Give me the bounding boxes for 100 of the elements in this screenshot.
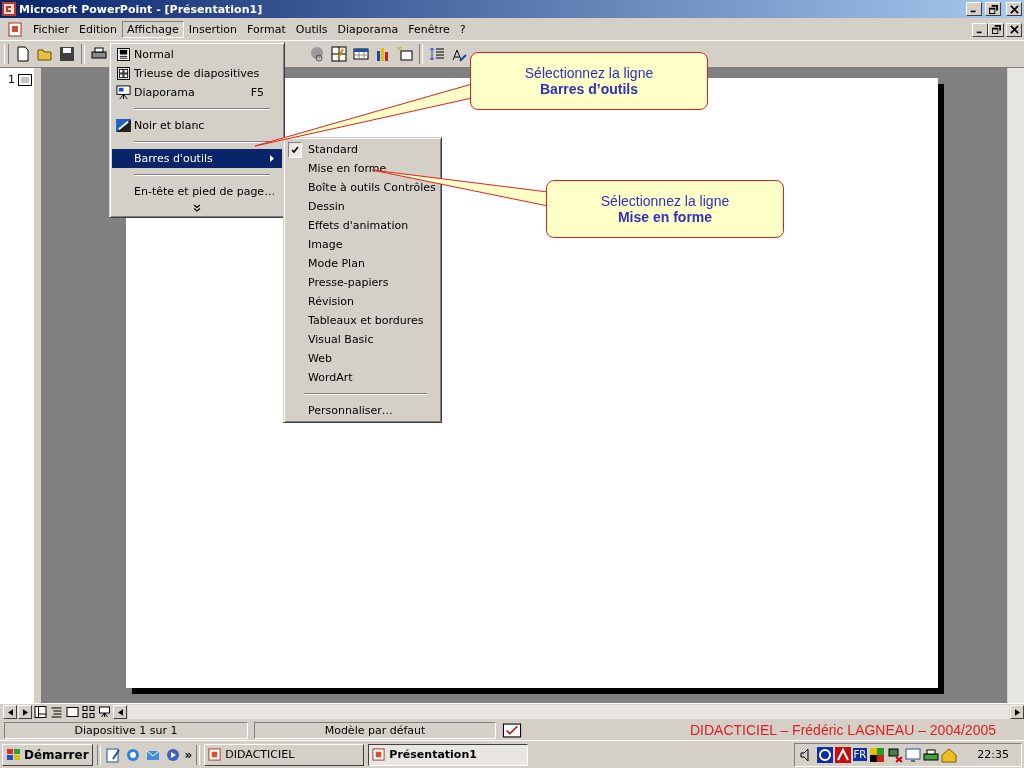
- menu-item[interactable]: Format: [242, 21, 291, 38]
- normal-view-icon: [116, 48, 130, 61]
- restore-icon: [991, 25, 1001, 34]
- menu-item[interactable]: Mise en forme: [286, 159, 439, 178]
- minimize-button[interactable]: [972, 22, 988, 37]
- slide-show-icon[interactable]: [98, 706, 111, 718]
- new-document-icon[interactable]: [15, 46, 31, 62]
- template-status: Modèle par défaut: [254, 721, 496, 739]
- menu-item[interactable]: Fichier: [28, 21, 74, 38]
- expand-chevron-icon[interactable]: [193, 204, 201, 212]
- submenu-arrow-icon: [270, 155, 274, 162]
- notepad-icon[interactable]: [104, 746, 121, 763]
- restore-button[interactable]: [985, 2, 1001, 16]
- windows-flag-icon: [6, 747, 22, 762]
- menu-item[interactable]: Mode Plan: [286, 254, 439, 273]
- menu-item[interactable]: Affichage: [122, 21, 184, 38]
- slide-view-icon[interactable]: [66, 706, 79, 718]
- menu-item[interactable]: Révision: [286, 292, 439, 311]
- close-button[interactable]: [1006, 22, 1022, 37]
- callout-text: Sélectionnez la ligne: [524, 65, 654, 81]
- printer-icon[interactable]: [91, 46, 107, 62]
- printer-icon[interactable]: [923, 746, 940, 763]
- menu-item[interactable]: Visual Basic: [286, 330, 439, 349]
- clock: 22:35: [977, 748, 1009, 761]
- more-button[interactable]: »: [184, 747, 193, 762]
- left-arrow-icon: [7, 708, 13, 716]
- browser-icon[interactable]: [124, 746, 141, 763]
- menu-item[interactable]: Web: [286, 349, 439, 368]
- slide-show-icon: [115, 85, 131, 100]
- menu-item[interactable]: Standard: [286, 140, 439, 159]
- menu-item[interactable]: Presse-papiers: [286, 273, 439, 292]
- media-icon[interactable]: [164, 746, 181, 763]
- menu-item[interactable]: Image: [286, 235, 439, 254]
- menu-item[interactable]: Outils: [290, 21, 333, 38]
- left-arrow-icon: [117, 708, 123, 716]
- window-title: Microsoft PowerPoint - [Présentation1]: [19, 2, 263, 16]
- start-button[interactable]: Démarrer: [2, 743, 93, 766]
- restore-icon: [988, 4, 998, 14]
- taskbar-button[interactable]: Présentation1: [368, 743, 529, 766]
- menu-item[interactable]: WordArt: [286, 368, 439, 387]
- menu-item[interactable]: Tableaux et bordures: [286, 311, 439, 330]
- menu-item[interactable]: Dessin: [286, 197, 439, 216]
- menu-item[interactable]: Trieuse de diapositives: [112, 64, 282, 83]
- right-arrow-icon: [22, 708, 28, 716]
- table-pencil-icon[interactable]: [331, 46, 347, 62]
- checkmark-icon: [291, 145, 299, 154]
- menu-item[interactable]: Noir et blanc: [112, 116, 282, 135]
- menu-item[interactable]: En-tête et pied de page…: [112, 182, 282, 201]
- slide-sorter-icon[interactable]: [82, 706, 95, 718]
- outline-view-icon[interactable]: [50, 706, 63, 718]
- color-squares-icon[interactable]: [869, 746, 886, 763]
- menu-item[interactable]: Insertion: [183, 21, 242, 38]
- close-icon: [1009, 25, 1019, 34]
- menu-item[interactable]: Normal: [112, 45, 282, 64]
- slide-number: 1: [8, 73, 15, 86]
- menu-item[interactable]: Diaporama: [332, 21, 404, 38]
- network-error-icon[interactable]: [887, 746, 904, 763]
- slide-thumbnail-icon[interactable]: [18, 74, 32, 86]
- restore-button[interactable]: [988, 22, 1004, 37]
- globe-link-icon[interactable]: [309, 46, 325, 62]
- slide-sorter-icon: [116, 67, 130, 80]
- callout-title: Barres d’outils: [540, 81, 638, 97]
- menu-item[interactable]: Edition: [73, 21, 122, 38]
- scroll-left-button[interactable]: [113, 705, 127, 719]
- document-icon[interactable]: [8, 21, 24, 38]
- vertical-scrollbar[interactable]: [1007, 68, 1024, 703]
- horizontal-scrollbar[interactable]: [128, 705, 1009, 719]
- spell-check-icon: [502, 722, 522, 738]
- menu-item[interactable]: Diaporama F5: [112, 83, 282, 102]
- table-icon[interactable]: [353, 46, 369, 62]
- taskbar-button[interactable]: DIDACTICIEL: [204, 743, 365, 766]
- callout-title: Mise en forme: [617, 209, 713, 225]
- app-icon: [208, 748, 222, 761]
- credit-text: DIDACTICIEL – Frédéric LAGNEAU – 2004/2005: [689, 722, 996, 738]
- app-icon: [372, 748, 386, 761]
- minimize-button[interactable]: [966, 2, 982, 16]
- menu-item[interactable]: Personnaliser…: [286, 401, 439, 420]
- app-icon: [2, 2, 16, 16]
- normal-view-icon[interactable]: [34, 706, 47, 718]
- language-indicator[interactable]: FR: [852, 748, 868, 761]
- scroll-left-button[interactable]: [3, 705, 17, 719]
- close-icon: [1009, 4, 1019, 14]
- bar-chart-icon[interactable]: [375, 46, 391, 62]
- monitor-icon[interactable]: [905, 746, 922, 763]
- scroll-right-button[interactable]: [1010, 705, 1024, 719]
- close-button[interactable]: [1006, 2, 1022, 16]
- menu-item[interactable]: Barres d'outils: [112, 149, 282, 168]
- scroll-right-button[interactable]: [18, 705, 32, 719]
- contrast-icon: [115, 119, 131, 132]
- menu-item[interactable]: Effets d'animation: [286, 216, 439, 235]
- callout-text: Sélectionnez la ligne: [600, 193, 730, 209]
- folder-icon[interactable]: [37, 46, 53, 62]
- line-spacing-icon[interactable]: [429, 46, 445, 62]
- slide-count-status: Diapositive 1 sur 1: [4, 721, 248, 739]
- new-slide-icon[interactable]: [397, 46, 413, 62]
- menu-item[interactable]: Fenêtre: [403, 21, 455, 38]
- menu-item[interactable]: Boîte à outils Contrôles: [286, 178, 439, 197]
- right-arrow-icon: [1014, 708, 1020, 716]
- menu-item[interactable]: ?: [454, 21, 471, 38]
- circle-icon[interactable]: [816, 746, 833, 763]
